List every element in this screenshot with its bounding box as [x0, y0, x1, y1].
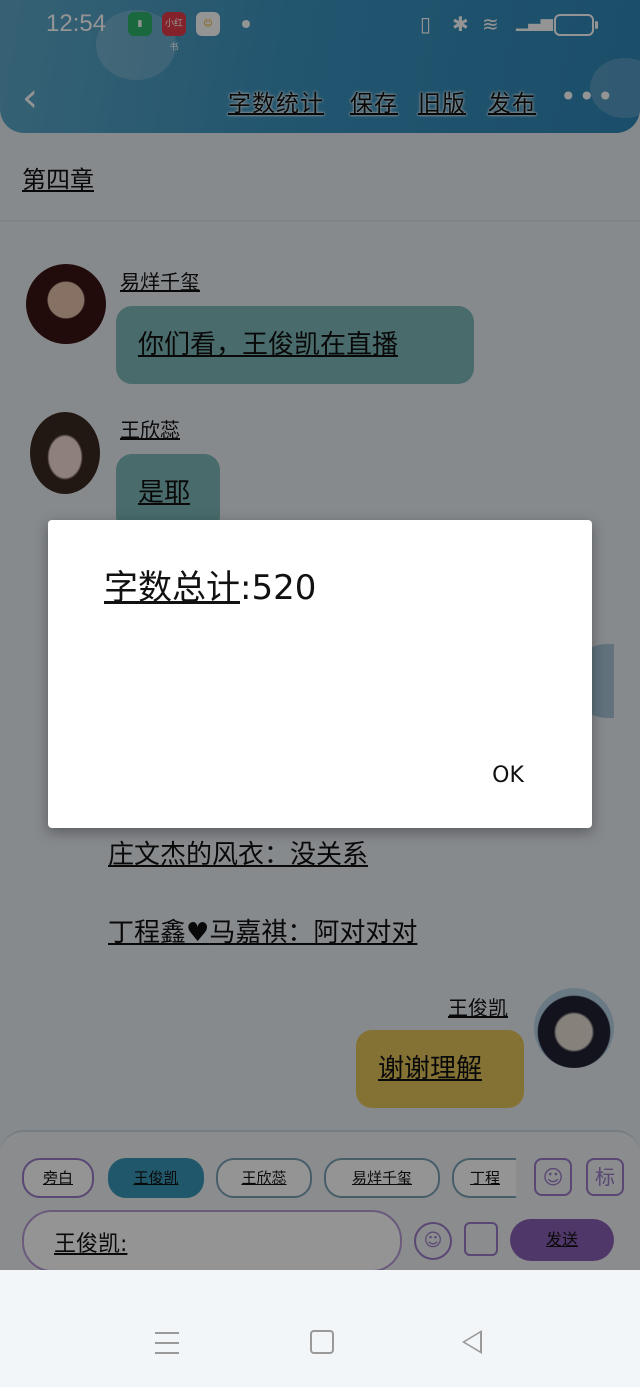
back-triangle-icon[interactable] — [462, 1330, 482, 1354]
system-navbar — [0, 1270, 640, 1387]
dialog-label: 字数总计 — [104, 568, 240, 608]
ok-button[interactable]: OK — [478, 758, 538, 794]
dialog-message: 字数总计:520 — [104, 560, 316, 609]
recent-apps-icon[interactable] — [155, 1332, 179, 1362]
home-icon[interactable] — [310, 1330, 334, 1354]
dialog-value: :520 — [240, 568, 317, 608]
word-count-dialog: 字数总计:520 OK — [48, 520, 592, 828]
